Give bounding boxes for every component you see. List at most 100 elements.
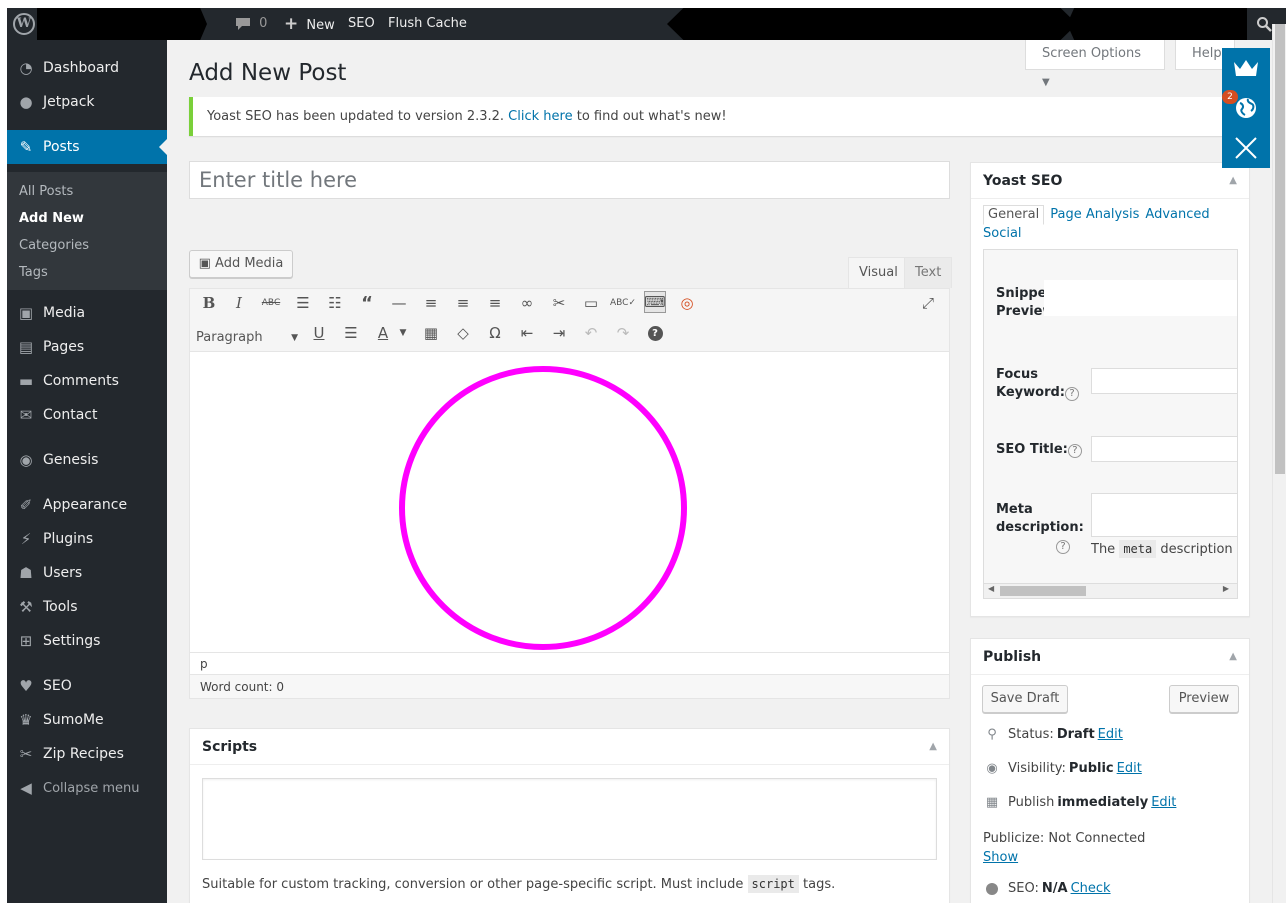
tab-social[interactable]: Social [983, 225, 1022, 243]
seo-title-input[interactable] [1091, 436, 1237, 462]
spellcheck-icon[interactable]: ABC✓ [610, 292, 636, 314]
recipe-plugin-icon[interactable]: ◎ [676, 292, 698, 314]
paste-text-icon[interactable]: ▦ [420, 322, 442, 344]
text-color-caret-icon[interactable]: ▼ [392, 322, 414, 344]
text-color-icon[interactable]: A [372, 322, 394, 344]
comments-count: 0 [259, 16, 268, 31]
edit-schedule-link[interactable]: Edit [1151, 795, 1176, 810]
outdent-icon[interactable]: ⇤ [516, 322, 538, 344]
edit-visibility-link[interactable]: Edit [1117, 761, 1142, 776]
submenu-tags[interactable]: Tags [19, 265, 48, 280]
editor-content-area[interactable] [190, 352, 949, 652]
notice-link[interactable]: Click here [508, 109, 572, 124]
sidebar-item-sumome[interactable]: ♛ SumoMe [7, 703, 167, 737]
sidebar-item-tools[interactable]: ⚒ Tools [7, 590, 167, 624]
collapse-arrow-icon[interactable]: ▲ [929, 729, 937, 765]
new-content-menu[interactable]: + New [284, 8, 335, 40]
tab-page-analysis[interactable]: Page Analysis [1050, 206, 1139, 224]
comments-menu[interactable]: 0 [235, 8, 267, 40]
edit-status-link[interactable]: Edit [1098, 727, 1123, 742]
scroll-left-icon[interactable]: ◀ [988, 584, 994, 593]
page-vertical-scrollbar[interactable] [1272, 24, 1286, 903]
tab-visual[interactable]: Visual [848, 257, 909, 288]
collapse-arrow-icon[interactable]: ▲ [1229, 639, 1237, 675]
clear-formatting-icon[interactable]: ◇ [452, 322, 474, 344]
sidebar-item-dashboard[interactable]: ◔ Dashboard [7, 51, 167, 85]
align-left-icon[interactable]: ≡ [420, 292, 442, 314]
numbered-list-icon[interactable]: ☷ [324, 292, 346, 314]
screen-options-button[interactable]: Screen Options ▼ [1025, 40, 1165, 88]
align-right-icon[interactable]: ≡ [484, 292, 506, 314]
bullet-list-icon[interactable]: ☰ [292, 292, 314, 314]
sidebar-item-zip-recipes[interactable]: ✂ Zip Recipes [7, 737, 167, 771]
scrollbar-thumb[interactable] [1000, 586, 1086, 596]
yoast-header[interactable]: Yoast SEO ▲ [971, 163, 1249, 199]
scripts-header[interactable]: Scripts ▲ [190, 729, 949, 765]
submenu-categories[interactable]: Categories [19, 238, 89, 253]
question-mark-icon[interactable]: ? [1056, 540, 1070, 554]
sidebar-item-plugins[interactable]: ⚡ Plugins [7, 522, 167, 556]
collapse-arrow-icon[interactable]: ▲ [1229, 163, 1237, 199]
tab-general[interactable]: General [983, 205, 1045, 225]
save-draft-button[interactable]: Save Draft [982, 685, 1068, 713]
indent-icon[interactable]: ⇥ [548, 322, 570, 344]
focus-keyword-input[interactable] [1091, 368, 1237, 394]
scripts-textarea[interactable] [202, 778, 937, 860]
publish-header[interactable]: Publish ▲ [971, 639, 1249, 675]
sidebar-item-posts[interactable]: ✎ Posts [7, 130, 167, 164]
paragraph-format-select[interactable]: Paragraph ▼ [196, 330, 300, 354]
question-mark-icon[interactable]: ? [1067, 444, 1082, 458]
sidebar-item-appearance[interactable]: ✐ Appearance [7, 488, 167, 522]
scroll-right-icon[interactable]: ▶ [1223, 584, 1229, 593]
sidebar-item-settings[interactable]: ⊞ Settings [7, 624, 167, 658]
bold-icon[interactable]: B [198, 292, 220, 314]
sumome-crown-button[interactable] [1222, 48, 1270, 88]
special-character-icon[interactable]: Ω [484, 322, 506, 344]
wordpress-logo-icon[interactable]: W [13, 13, 35, 35]
redo-icon[interactable]: ↷ [612, 322, 634, 344]
underline-icon[interactable]: U [308, 322, 330, 344]
read-more-icon[interactable]: ▭ [580, 292, 602, 314]
sidebar-item-pages[interactable]: ▤ Pages [7, 330, 167, 364]
submenu-add-new[interactable]: Add New [19, 211, 84, 226]
seo-check-link[interactable]: Check [1071, 881, 1111, 896]
unlink-icon[interactable]: ✂ [548, 292, 570, 314]
sidebar-item-jetpack[interactable]: ● Jetpack [7, 85, 167, 119]
submenu-all-posts[interactable]: All Posts [19, 184, 73, 199]
scrollbar-thumb[interactable] [1275, 24, 1285, 474]
align-center-icon[interactable]: ≡ [452, 292, 474, 314]
collapse-menu-button[interactable]: ◀ Collapse menu [7, 771, 167, 805]
help-icon[interactable]: ? [644, 322, 666, 344]
distraction-free-icon[interactable]: ⤢ [917, 292, 939, 314]
undo-icon[interactable]: ↶ [580, 322, 602, 344]
add-media-button[interactable]: ▣ Add Media [189, 250, 293, 278]
italic-icon[interactable]: I [228, 292, 250, 314]
toolbar-toggle-icon[interactable]: ⌨ [644, 291, 666, 313]
yoast-horizontal-scrollbar[interactable]: ◀ ▶ [984, 583, 1237, 598]
publicize-show-link[interactable]: Show [983, 850, 1018, 865]
sidebar-item-genesis[interactable]: ◉ Genesis [7, 443, 167, 477]
meta-description-textarea[interactable] [1091, 493, 1237, 537]
sidebar-item-contact[interactable]: ✉ Contact [7, 398, 167, 432]
format-value: Paragraph [196, 330, 263, 345]
sidebar-item-comments[interactable]: ▬ Comments [7, 364, 167, 398]
horizontal-line-icon[interactable]: — [388, 292, 410, 314]
sidebar-item-media[interactable]: ▣ Media [7, 296, 167, 330]
tab-text[interactable]: Text [904, 257, 953, 288]
blockquote-icon[interactable]: “ [356, 292, 378, 314]
link-icon[interactable]: ∞ [516, 292, 538, 314]
seo-menu[interactable]: SEO [348, 8, 375, 40]
sidebar-item-seo[interactable]: ♥ SEO [7, 669, 167, 703]
sumome-close-button[interactable] [1222, 128, 1270, 168]
flush-cache-menu[interactable]: Flush Cache [388, 8, 467, 40]
tab-advanced[interactable]: Advanced [1145, 206, 1209, 224]
post-title-input[interactable]: Enter title here [189, 161, 950, 199]
justify-icon[interactable]: ☰ [340, 322, 362, 344]
preview-button[interactable]: Preview [1169, 685, 1239, 713]
redacted-block [667, 8, 1077, 40]
search-icon[interactable] [1256, 16, 1272, 32]
strikethrough-icon[interactable]: ABC [260, 292, 282, 314]
question-mark-icon[interactable]: ? [1065, 387, 1079, 401]
sumome-apps-button[interactable]: 2 [1222, 88, 1270, 128]
sidebar-item-users[interactable]: ☗ Users [7, 556, 167, 590]
